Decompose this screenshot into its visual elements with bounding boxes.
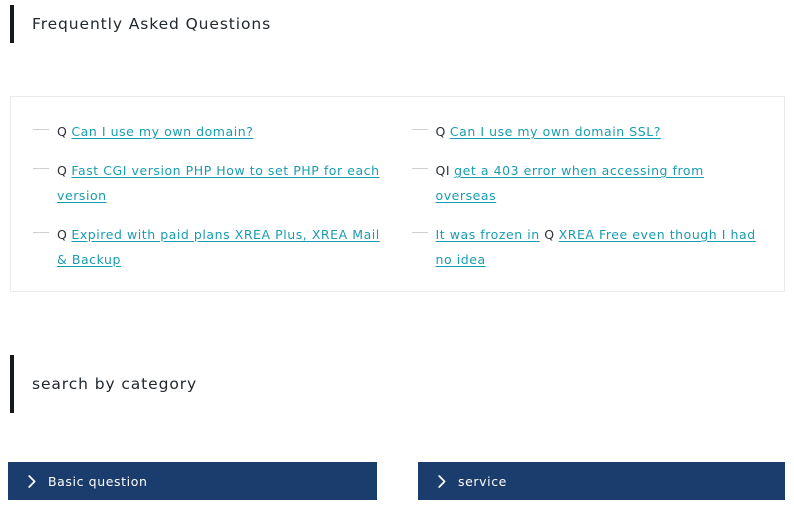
faq-marker: Q <box>435 124 446 139</box>
faq-item-body: QI get a 403 error when accessing from ov… <box>436 158 769 208</box>
dash-icon <box>411 129 428 130</box>
faq-link[interactable]: get a 403 error when accessing from over… <box>436 163 704 203</box>
faq-item-body: Q Expired with paid plans XREA Plus, XREA… <box>57 222 388 272</box>
category-button-label: Basic question <box>48 473 148 489</box>
category-button-basic-question[interactable]: Basic question <box>8 462 377 500</box>
category-button-service[interactable]: service <box>418 462 785 500</box>
faq-item[interactable]: QI get a 403 error when accessing from ov… <box>411 158 769 208</box>
faq-item-body: It was frozen in Q XREA Free even though … <box>436 222 769 272</box>
faq-item-body: Q Fast CGI version PHP How to set PHP for… <box>57 158 388 208</box>
faq-columns: Q Can I use my own domain? Q Fast CGI vers… <box>11 97 784 286</box>
faq-marker: Q <box>544 227 555 242</box>
dash-icon <box>33 232 49 233</box>
faq-heading-text: Frequently Asked Questions <box>32 15 272 33</box>
chevron-right-icon <box>28 474 36 488</box>
faq-card: Q Can I use my own domain? Q Fast CGI vers… <box>10 96 785 292</box>
dash-icon <box>33 168 49 169</box>
faq-item-body: Q Can I use my own domain? <box>57 119 388 144</box>
faq-item[interactable]: Q Expired with paid plans XREA Plus, XREA… <box>33 222 388 272</box>
faq-column-left: Q Can I use my own domain? Q Fast CGI vers… <box>11 119 398 286</box>
faq-link[interactable]: Fast CGI version PHP How to set PHP for … <box>57 163 380 203</box>
dash-icon <box>33 129 49 130</box>
faq-item[interactable]: Q Can I use my own domain SSL? <box>411 119 769 144</box>
faq-marker: Q <box>57 124 68 139</box>
category-button-label: service <box>458 473 507 489</box>
faq-link[interactable]: Expired with paid plans XREA Plus, XREA … <box>57 227 380 267</box>
faq-marker: QI <box>435 163 451 178</box>
faq-marker: Q <box>57 163 68 178</box>
faq-marker: Q <box>57 227 68 242</box>
faq-column-right: Q Can I use my own domain SSL? QI get a 40… <box>398 119 785 286</box>
heading-accent-bar <box>10 5 14 43</box>
chevron-right-icon <box>438 474 446 488</box>
faq-item[interactable]: Q Fast CGI version PHP How to set PHP for… <box>33 158 388 208</box>
faq-section-heading: Frequently Asked Questions <box>10 5 271 43</box>
faq-item[interactable]: Q Can I use my own domain? <box>33 119 388 144</box>
faq-link[interactable]: Can I use my own domain? <box>71 124 253 139</box>
faq-item[interactable]: It was frozen in Q XREA Free even though … <box>411 222 769 272</box>
dash-icon <box>411 168 428 169</box>
clipped-edge-artifact <box>786 470 794 486</box>
faq-item-body: Q Can I use my own domain SSL? <box>436 119 769 144</box>
category-section-heading: search by category <box>10 355 197 413</box>
faq-link[interactable]: It was frozen in <box>436 227 540 242</box>
faq-link[interactable]: Can I use my own domain SSL? <box>450 124 661 139</box>
dash-icon <box>411 232 428 233</box>
heading-accent-bar <box>10 355 14 413</box>
category-heading-text: search by category <box>32 375 198 393</box>
